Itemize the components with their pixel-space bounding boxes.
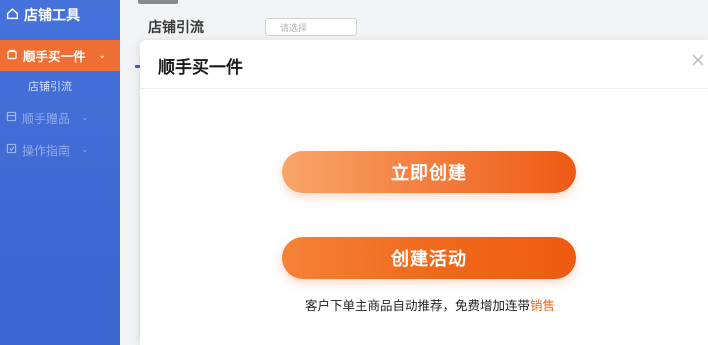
create-now-button[interactable]: 立即创建 — [282, 151, 576, 193]
create-activity-button[interactable]: 创建活动 — [282, 237, 576, 279]
promo-text: 客户下单主商品自动推荐，免费增加连带销售 — [140, 295, 708, 314]
modal-divider — [140, 88, 708, 89]
create-activity-modal: 顺手买一件 立即创建 创建活动 客户下单主商品自动推荐，免费增加连带销售 — [140, 40, 708, 345]
close-icon[interactable] — [690, 52, 706, 68]
modal-title: 顺手买一件 — [158, 58, 243, 78]
promo-main: 客户下单主商品自动推荐，免费增加连带 — [304, 298, 530, 313]
promo-highlight: 销售 — [530, 298, 556, 313]
